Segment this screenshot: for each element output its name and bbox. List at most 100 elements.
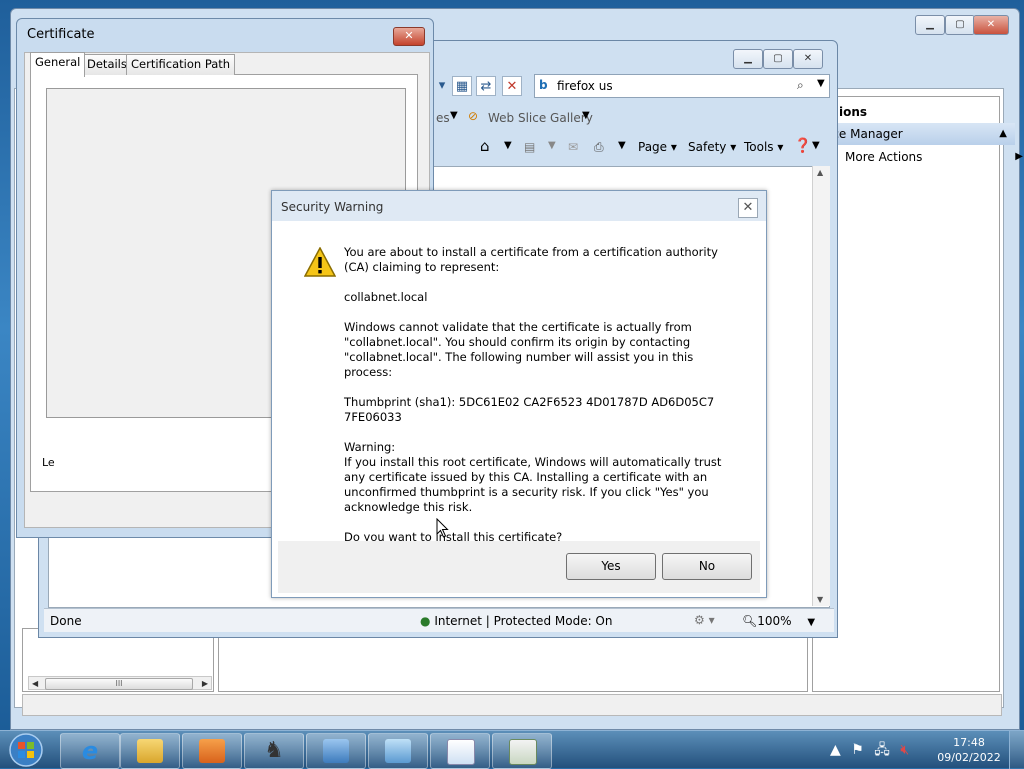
zone-label: Internet | Protected Mode: On: [434, 614, 613, 628]
taskbar-internet-explorer[interactable]: e: [60, 733, 120, 769]
zoom-control[interactable]: 🔍︎100% ▼: [742, 614, 815, 628]
security-warning-button-area: Yes No: [278, 541, 760, 593]
taskbar: e ♞ ▲ ⚑ 🖧︎ 🔇︎ 17:48 09/02/2022: [0, 730, 1024, 769]
actions-header: ions: [839, 105, 868, 119]
help-dropdown-icon[interactable]: ▼: [812, 140, 820, 151]
no-button[interactable]: No: [662, 553, 752, 580]
start-button[interactable]: [4, 731, 44, 769]
clock-date: 09/02/2022: [937, 751, 1001, 764]
server-manager-icon: [385, 739, 411, 763]
print-icon[interactable]: ⎙: [594, 140, 604, 155]
mail-icon[interactable]: ✉: [568, 140, 578, 154]
search-icon[interactable]: ⌕: [797, 78, 804, 93]
stop-icon[interactable]: ✕: [502, 76, 522, 96]
safety-menu-label: Safety: [688, 140, 727, 154]
safety-menu[interactable]: Safety ▾: [688, 140, 736, 154]
message-warning-label: Warning:: [344, 440, 396, 454]
compatibility-view-icon[interactable]: ▦: [452, 76, 472, 96]
address-dropdown-icon[interactable]: ▾: [432, 76, 452, 96]
search-options-dropdown-icon[interactable]: ▼: [817, 78, 825, 89]
taskbar-server-manager[interactable]: [368, 733, 428, 769]
tab-details[interactable]: Details: [82, 54, 132, 75]
feeds-icon[interactable]: ▤: [524, 140, 535, 154]
message-validate: Windows cannot validate that the certifi…: [344, 320, 694, 379]
system-clock[interactable]: 17:48 09/02/2022: [934, 735, 1004, 765]
certificate-close-button[interactable]: ✕: [393, 27, 425, 46]
scroll-down-arrow-icon[interactable]: ▼: [817, 595, 823, 604]
ie-minimize-button[interactable]: ▁: [733, 49, 763, 69]
actions-item-service-manager[interactable]: ice Manager ▲: [813, 123, 1015, 145]
zoom-icon: 🔍︎: [742, 614, 758, 628]
action-center-flag-icon[interactable]: ⚑: [851, 742, 864, 758]
bing-logo-icon: b: [539, 78, 548, 92]
home-icon[interactable]: ⌂: [480, 137, 490, 155]
security-warning-message: You are about to install a certificate f…: [344, 245, 744, 560]
favorites-bar: es ▼ ⊘ Web Slice Gallery ▼: [430, 106, 830, 132]
close-button[interactable]: ✕: [973, 15, 1009, 35]
media-player-icon: [199, 739, 225, 763]
mmc-caption-buttons: ▁ ▢ ✕: [915, 15, 1011, 37]
tree-horizontal-scrollbar[interactable]: ◀ III ▶: [28, 676, 212, 690]
certificate-clipped-text: Le: [42, 456, 55, 469]
home-dropdown-icon[interactable]: ▼: [504, 140, 512, 151]
taskbar-remote-desktop[interactable]: [306, 733, 366, 769]
taskbar-notepad[interactable]: [430, 733, 490, 769]
tab-certification-path[interactable]: Certification Path: [126, 54, 236, 75]
notification-area: ▲ ⚑ 🖧︎ 🔇︎: [830, 739, 915, 761]
command-bar: ⌂ ▼ ▤ ▼ ✉ ⎙ ▼ Page ▾ Safety ▾ Tools ▾ ❓ …: [430, 134, 830, 162]
web-slice-dropdown-icon[interactable]: ▼: [582, 110, 590, 121]
security-zone[interactable]: ● Internet | Protected Mode: On: [420, 614, 612, 628]
maximize-button[interactable]: ▢: [945, 15, 975, 35]
taskbar-chess[interactable]: ♞: [244, 733, 304, 769]
network-icon[interactable]: 🖧︎: [874, 742, 890, 758]
favorites-dropdown-icon[interactable]: ▼: [450, 110, 458, 121]
scroll-thumb[interactable]: III: [45, 678, 193, 690]
print-dropdown-icon[interactable]: ▼: [618, 140, 626, 151]
globe-icon: ●: [420, 614, 431, 628]
computer-icon: [323, 739, 349, 763]
scroll-left-arrow-icon[interactable]: ◀: [32, 679, 38, 688]
taskbar-certificates[interactable]: [492, 733, 552, 769]
search-box[interactable]: b firefox us ⌕ ▼: [534, 74, 830, 98]
favorites-item[interactable]: es: [436, 111, 450, 125]
volume-muted-icon[interactable]: 🔇︎: [900, 742, 909, 758]
message-ca-name: collabnet.local: [344, 290, 428, 304]
refresh-icon[interactable]: ⇄: [476, 76, 496, 96]
message-intro: You are about to install a certificate f…: [344, 245, 718, 274]
message-thumbprint: Thumbprint (sha1): 5DC61E02 CA2F6523 4D0…: [344, 395, 715, 424]
mmc-status-bar: [22, 694, 1002, 716]
scroll-up-arrow-icon[interactable]: ▲: [817, 168, 823, 177]
security-warning-title: Security Warning: [281, 200, 384, 214]
scroll-right-arrow-icon[interactable]: ▶: [202, 679, 208, 688]
minimize-button[interactable]: ▁: [915, 15, 945, 35]
ie-maximize-button[interactable]: ▢: [763, 49, 793, 69]
ie-status-bar: Done ● Internet | Protected Mode: On ⚙ ▾…: [44, 608, 834, 632]
ie-close-button[interactable]: ✕: [793, 49, 823, 69]
actions-item-label: ice Manager: [829, 127, 903, 141]
zoom-dropdown-icon[interactable]: ▼: [807, 617, 815, 628]
actions-item-more-actions[interactable]: More Actions ▶: [813, 147, 1024, 167]
clock-time: 17:48: [953, 736, 985, 749]
more-actions-label: More Actions: [845, 150, 923, 164]
security-warning-dialog: Security Warning ✕ You are about to inst…: [271, 190, 767, 598]
feeds-dropdown-icon[interactable]: ▼: [548, 140, 556, 151]
security-warning-close-button[interactable]: ✕: [738, 198, 758, 218]
zoom-label: 100%: [757, 614, 792, 628]
ie-vertical-scrollbar[interactable]: ▲ ▼: [812, 166, 830, 606]
tools-menu[interactable]: Tools ▾: [744, 140, 783, 154]
page-menu[interactable]: Page ▾: [638, 140, 677, 154]
taskbar-media-player[interactable]: [182, 733, 242, 769]
web-slice-gallery-link[interactable]: Web Slice Gallery: [488, 111, 593, 125]
certificate-icon: [509, 739, 537, 765]
show-desktop-button[interactable]: [1009, 731, 1024, 769]
collapse-up-icon[interactable]: ▲: [999, 123, 1007, 145]
protected-mode-icon[interactable]: ⚙ ▾: [694, 613, 715, 627]
warning-icon: [304, 247, 336, 277]
show-hidden-icons-icon[interactable]: ▲: [830, 742, 841, 758]
help-icon[interactable]: ❓: [794, 138, 811, 154]
yes-button[interactable]: Yes: [566, 553, 656, 580]
search-input[interactable]: firefox us: [557, 79, 613, 93]
chess-icon: ♞: [264, 738, 284, 763]
taskbar-windows-explorer[interactable]: [120, 733, 180, 769]
tab-general[interactable]: General: [30, 52, 86, 77]
